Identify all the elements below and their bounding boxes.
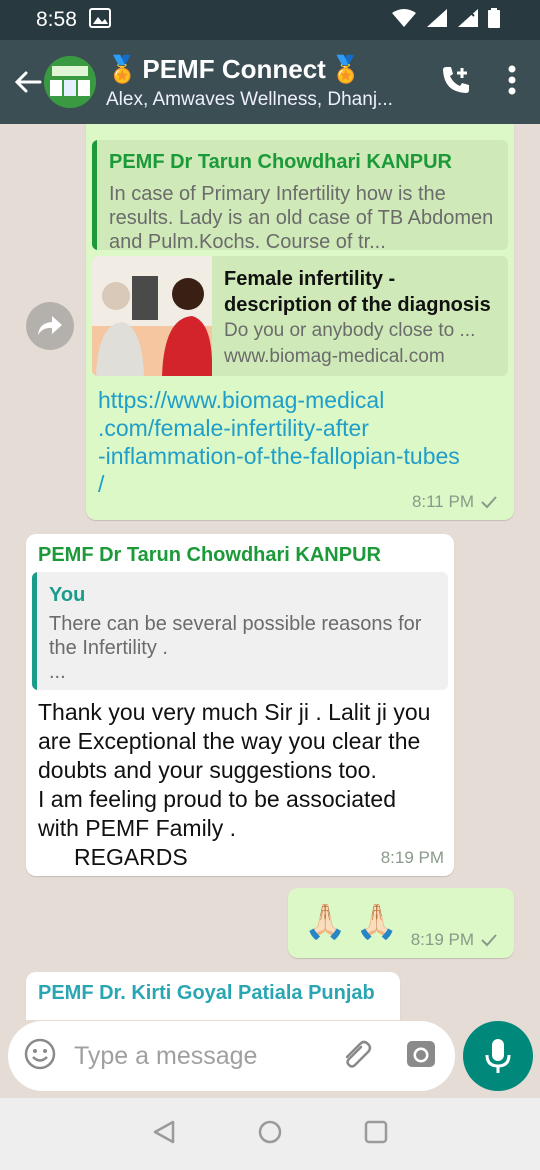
message-time: 8:19 PM (380, 848, 444, 867)
paperclip-icon (345, 1040, 372, 1068)
system-nav-bar (0, 1098, 540, 1170)
attach-button[interactable] (339, 1037, 373, 1076)
link-domain: www.biomag-medical.com (224, 346, 445, 367)
quote-text: In case of Primary Infertility how is th… (109, 183, 494, 250)
message-bubble-incoming[interactable]: PEMF Dr. Kirti Goyal Patiala Punjab (26, 972, 400, 1020)
back-button[interactable] (8, 70, 48, 94)
link-description: Do you or anybody close to ... (224, 320, 476, 341)
wifi-icon (391, 8, 417, 33)
message-bubble-outgoing[interactable]: PEMF Dr Tarun Chowdhari KANPUR In case o… (86, 124, 514, 520)
status-icons (391, 7, 500, 33)
url-line: https://www.biomag-medical (98, 387, 385, 413)
header-titles[interactable]: 🏅 PEMF Connect 🏅 Alex, Amwaves Wellness,… (106, 54, 430, 111)
camera-icon (407, 1040, 435, 1067)
quote-bar (32, 572, 37, 690)
camera-button[interactable] (405, 1038, 437, 1075)
triangle-back-icon (153, 1120, 175, 1143)
signal-no-data-icon (457, 8, 479, 33)
quote-line: There can be several possible reasons fo… (49, 613, 422, 635)
add-call-icon (443, 66, 469, 93)
message-bubble-incoming[interactable]: PEMF Dr Tarun Chowdhari KANPUR You There… (26, 534, 454, 876)
quoted-message[interactable]: You There can be several possible reason… (32, 572, 448, 690)
text-line: Thank you very much Sir ji . Lalit ji yo… (38, 699, 431, 725)
text-line: with PEMF Family . (38, 815, 237, 841)
nav-back-button[interactable] (151, 1119, 177, 1150)
message-meta: 8:19 PM (381, 848, 444, 868)
message-meta: 8:11 PM (412, 492, 498, 512)
header-actions (440, 64, 516, 101)
status-time: 8:58 (36, 8, 77, 31)
arrow-left-icon (14, 71, 42, 93)
emoji-button[interactable] (24, 1038, 56, 1075)
more-vert-icon (508, 65, 516, 94)
quote-bar (92, 140, 97, 250)
link-preview-image (92, 256, 213, 376)
group-participants: Alex, Amwaves Wellness, Dhanj... (106, 88, 393, 110)
quoted-message[interactable]: PEMF Dr Tarun Chowdhari KANPUR In case o… (92, 140, 508, 250)
message-text: Thank you very much Sir ji . Lalit ji yo… (38, 698, 430, 872)
text-line: doubts and your suggestions too. (38, 757, 377, 783)
url-line: / (98, 471, 105, 497)
message-composer[interactable]: Type a message (8, 1021, 455, 1091)
text-line: REGARDS (74, 844, 188, 870)
url-line: -inflammation-of-the-fallopian-tubes (98, 443, 460, 469)
message-time: 8:11 PM (411, 492, 474, 511)
check-icon (481, 934, 497, 947)
link-preview[interactable]: Female infertility - description of the … (92, 256, 508, 376)
medal-icon: 🏅 (329, 53, 363, 84)
text-line: are Exceptional the way you clear the (38, 728, 421, 754)
nav-home-button[interactable] (257, 1119, 283, 1150)
quote-line: ... (49, 661, 66, 683)
emoji-text: 🙏🏻 🙏🏻 (304, 903, 399, 941)
medal-icon: 🏅 (106, 53, 139, 84)
message-bubble-outgoing[interactable]: 🙏🏻 🙏🏻 8:19 PM (288, 888, 514, 958)
square-recents-icon (364, 1120, 388, 1143)
more-options-button[interactable] (508, 65, 516, 100)
group-title-row: 🏅 PEMF Connect 🏅 (106, 54, 430, 85)
quote-sender: PEMF Dr Tarun Chowdhari KANPUR (109, 151, 452, 173)
circle-home-icon (258, 1120, 282, 1143)
url-line: .com/female-infertility-after (98, 415, 369, 441)
forward-icon (38, 316, 62, 335)
quote-sender: You (49, 584, 86, 606)
signal-icon (426, 8, 448, 33)
quote-text: There can be several possible reasons fo… (49, 612, 439, 684)
emoji-icon (24, 1038, 56, 1069)
chat-header: 🏅 PEMF Connect 🏅 Alex, Amwaves Wellness,… (0, 40, 540, 124)
text-line: I am feeling proud to be associated (38, 786, 397, 812)
group-title: PEMF Connect (142, 53, 326, 84)
gallery-notification-icon (88, 7, 111, 33)
nav-recents-button[interactable] (363, 1119, 389, 1150)
status-bar: 8:58 (0, 0, 540, 40)
group-avatar[interactable] (44, 56, 96, 108)
message-meta: 8:19 PM (411, 930, 498, 950)
message-input[interactable]: Type a message (74, 1042, 339, 1071)
link-title: Female infertility - description of the … (224, 268, 491, 316)
message-sender: PEMF Dr Tarun Chowdhari KANPUR (38, 544, 381, 566)
voice-message-button[interactable] (463, 1021, 533, 1091)
forward-button[interactable] (26, 302, 74, 350)
chat-area[interactable]: PEMF Dr Tarun Chowdhari KANPUR In case o… (0, 124, 540, 1020)
add-call-button[interactable] (440, 64, 472, 101)
message-sender: PEMF Dr. Kirti Goyal Patiala Punjab (38, 982, 375, 1004)
message-link[interactable]: https://www.biomag-medical .com/female-i… (98, 386, 460, 498)
check-icon (481, 496, 497, 509)
message-time: 8:19 PM (410, 930, 474, 949)
battery-icon (488, 7, 500, 33)
quote-line: the Infertility . (49, 637, 168, 659)
microphone-icon (485, 1039, 511, 1073)
